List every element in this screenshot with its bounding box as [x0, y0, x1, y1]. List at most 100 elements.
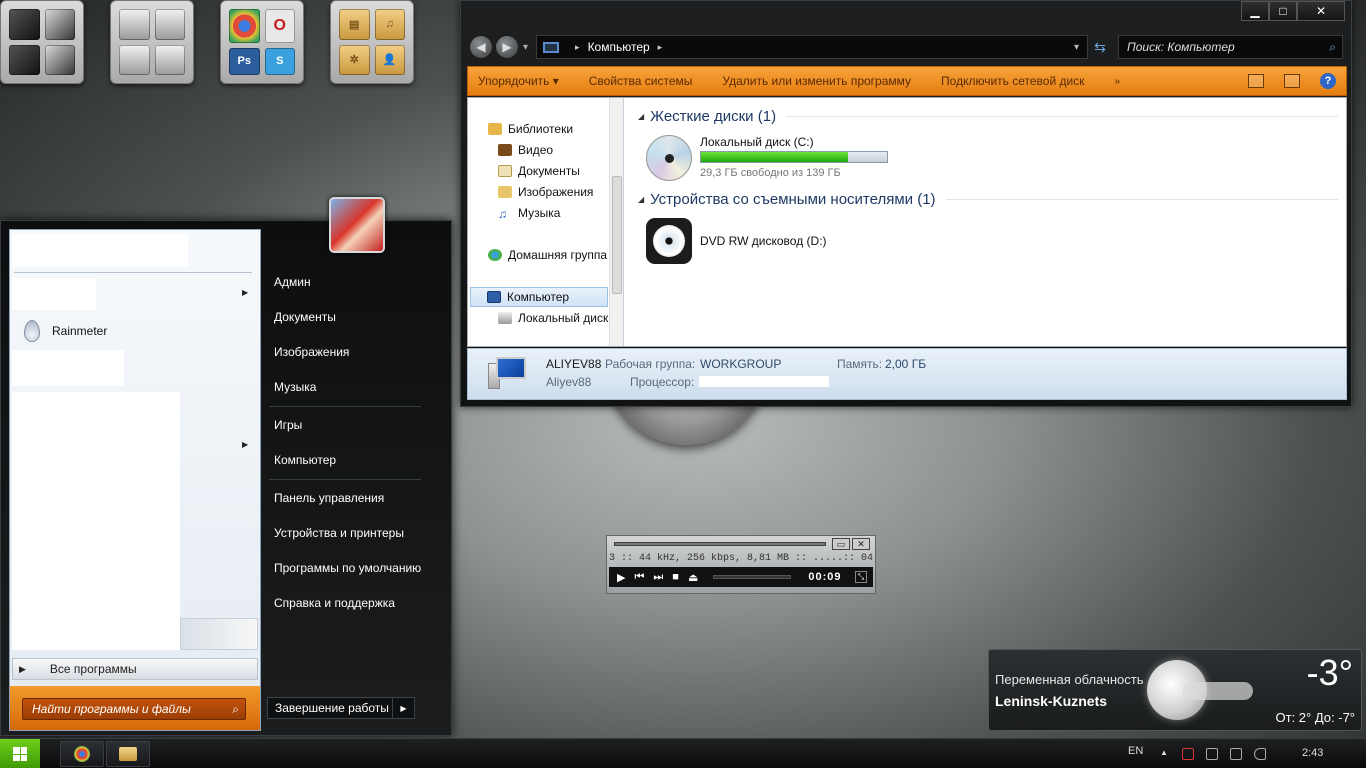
seek-bar[interactable]: [614, 542, 826, 546]
search-icon[interactable]: ⌕: [1329, 40, 1336, 55]
search-icon[interactable]: ⌕: [232, 702, 239, 717]
dvd-drive-icon[interactable]: [646, 218, 692, 264]
nav-video[interactable]: Видео: [498, 143, 553, 157]
drive-c-name[interactable]: Локальный диск (C:): [700, 135, 814, 149]
drive-shortcut-2[interactable]: [154, 9, 185, 40]
nav-pictures[interactable]: Изображения: [498, 185, 593, 199]
next-icon[interactable]: ⏭: [653, 571, 663, 584]
collapse-arrow-icon[interactable]: ◢: [638, 195, 644, 204]
mini-mode-icon[interactable]: ⤡: [855, 571, 867, 583]
start-item-devices-printers[interactable]: Устройства и принтеры: [274, 526, 404, 540]
nav-homegroup[interactable]: Домашняя группа: [488, 248, 607, 262]
nav-music[interactable]: ♫ Музыка: [498, 206, 560, 221]
start-item-default-programs[interactable]: Программы по умолчанию: [274, 561, 421, 575]
stop-icon[interactable]: ■: [672, 571, 679, 583]
game-shortcut-4[interactable]: [44, 44, 75, 75]
user-avatar[interactable]: [329, 197, 385, 253]
start-item-games[interactable]: Игры: [274, 418, 302, 432]
nav-computer[interactable]: Компьютер: [470, 287, 608, 307]
start-search-input[interactable]: Найти программы и файлы ⌕: [22, 698, 246, 720]
taskbar-chrome[interactable]: [60, 741, 104, 767]
breadcrumb-separator[interactable]: ▸: [575, 42, 580, 53]
weather-gadget[interactable]: Переменная облачность Leninsk-Kuznets -3…: [988, 649, 1362, 731]
show-hidden-icons[interactable]: ▲: [1160, 748, 1168, 757]
submenu-arrow-icon[interactable]: ▶: [242, 440, 248, 449]
start-item-music[interactable]: Музыка: [274, 380, 316, 394]
address-dropdown-icon[interactable]: ▾: [1074, 42, 1079, 53]
player-close-button[interactable]: ✕: [852, 538, 870, 550]
start-item-computer[interactable]: Компьютер: [274, 453, 336, 467]
pinned-item-redacted[interactable]: [12, 234, 188, 266]
clock[interactable]: 2:43: [1302, 747, 1323, 759]
drive-d-name[interactable]: DVD RW дисковод (D:): [700, 234, 827, 248]
preview-pane-icon[interactable]: [1284, 74, 1300, 88]
recent-item-redacted[interactable]: [12, 350, 124, 386]
map-network-drive-button[interactable]: Подключить сетевой диск: [941, 74, 1084, 88]
play-icon[interactable]: ▶: [617, 571, 625, 584]
recent-list-redacted[interactable]: [12, 392, 180, 650]
organize-button[interactable]: Упорядочить ▾: [478, 74, 559, 88]
game-shortcut-3[interactable]: [9, 44, 40, 75]
breadcrumb-separator[interactable]: ▸: [658, 42, 663, 53]
start-item-admin[interactable]: Админ: [274, 275, 311, 289]
start-item-help-support[interactable]: Справка и поддержка: [274, 596, 395, 610]
shutdown-options-arrow-icon[interactable]: ▶: [392, 698, 414, 718]
volume-slider[interactable]: [713, 575, 792, 579]
start-button[interactable]: [0, 739, 40, 768]
help-icon[interactable]: ?: [1320, 73, 1336, 89]
navpane-scrollbar[interactable]: [609, 98, 623, 346]
system-properties-button[interactable]: Свойства системы: [589, 74, 693, 88]
highlighted-item[interactable]: [180, 618, 258, 650]
submenu-arrow-icon[interactable]: ▶: [242, 288, 248, 297]
refresh-icon[interactable]: ⇆: [1088, 39, 1112, 56]
change-view-icon[interactable]: [1248, 74, 1264, 88]
network-icon[interactable]: [1230, 748, 1242, 760]
program-rainmeter[interactable]: Rainmeter: [52, 324, 107, 338]
nav-documents[interactable]: Документы: [498, 164, 580, 178]
search-input[interactable]: Поиск: Компьютер ⌕: [1118, 35, 1343, 59]
start-item-control-panel[interactable]: Панель управления: [274, 491, 384, 505]
music-folder-icon[interactable]: ♫: [374, 9, 405, 40]
documents-folder-icon[interactable]: ▤: [339, 9, 370, 40]
minimize-button[interactable]: ▁: [1241, 1, 1269, 21]
recent-item-redacted[interactable]: [12, 278, 96, 310]
drive-shortcut-1[interactable]: [119, 9, 150, 40]
user-folder-icon[interactable]: 👤: [374, 44, 405, 75]
start-item-pictures[interactable]: Изображения: [274, 345, 349, 359]
uninstall-program-button[interactable]: Удалить или изменить программу: [722, 74, 911, 88]
scrollbar-thumb[interactable]: [612, 176, 622, 294]
game-shortcut-2[interactable]: [44, 9, 75, 40]
settings-folder-icon[interactable]: ✲: [339, 44, 370, 75]
game-shortcut-1[interactable]: [9, 9, 40, 40]
language-indicator[interactable]: EN: [1128, 745, 1143, 757]
local-disk-icon[interactable]: [646, 135, 692, 181]
maximize-button[interactable]: □: [1269, 1, 1297, 21]
floppy-shortcut[interactable]: [119, 44, 150, 75]
close-button[interactable]: ✕: [1297, 1, 1345, 21]
group-header-hard-disks[interactable]: ◢ Жесткие диски (1): [638, 108, 1338, 125]
nav-libraries[interactable]: Библиотеки: [488, 122, 573, 136]
action-center-icon[interactable]: [1182, 748, 1194, 760]
previous-icon[interactable]: ⏮: [634, 571, 644, 584]
volume-icon[interactable]: [1254, 748, 1266, 760]
history-dropdown-icon[interactable]: ▾: [523, 42, 528, 53]
shutdown-button[interactable]: Завершение работы: [268, 698, 392, 718]
group-header-removable[interactable]: ◢ Устройства со съемными носителями (1): [638, 191, 1338, 208]
nav-local-disk[interactable]: Локальный диск: [498, 311, 608, 325]
disc-drive-shortcut[interactable]: [154, 44, 185, 75]
breadcrumb-computer[interactable]: Компьютер: [588, 40, 650, 54]
collapse-arrow-icon[interactable]: ◢: [638, 112, 644, 121]
power-icon[interactable]: [1206, 748, 1218, 760]
restore-button[interactable]: ▭: [832, 538, 850, 550]
photoshop-icon[interactable]: Ps: [229, 47, 260, 75]
chrome-icon[interactable]: [229, 9, 260, 43]
skype-icon[interactable]: S: [264, 47, 295, 75]
back-button[interactable]: ◀: [469, 35, 493, 59]
opera-icon[interactable]: O: [264, 9, 295, 43]
forward-button[interactable]: ▶: [495, 35, 519, 59]
all-programs-button[interactable]: ▶ Все программы: [12, 658, 258, 680]
address-bar[interactable]: ▸ Компьютер ▸ ▾: [536, 35, 1089, 59]
start-item-documents[interactable]: Документы: [274, 310, 336, 324]
more-commands-button[interactable]: »: [1114, 76, 1120, 87]
taskbar-explorer[interactable]: [106, 741, 150, 767]
